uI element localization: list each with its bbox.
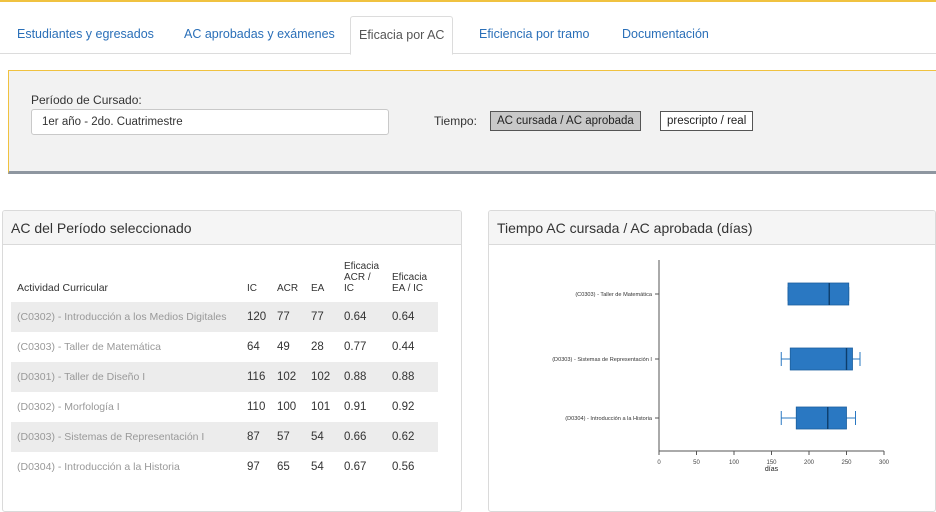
header-actividad[interactable]: Actividad Curricular <box>11 261 243 302</box>
iqr-box <box>787 282 850 306</box>
tiempo-option-cursada-aprobada[interactable]: AC cursada / AC aprobada <box>490 111 641 131</box>
table-header-row: Actividad Curricular IC ACR EA Eficacia … <box>11 261 438 302</box>
table-row[interactable]: (D0302) - Morfología I 110 100 101 0.91 … <box>11 392 438 422</box>
table-row[interactable]: (D0304) - Introducción a la Historia 97 … <box>11 452 438 482</box>
cell-ea: 28 <box>311 341 324 353</box>
cell-ic: 110 <box>247 401 266 413</box>
cell-eficacia-acr-ic: 0.64 <box>340 302 388 332</box>
ac-table: Actividad Curricular IC ACR EA Eficacia … <box>11 261 438 482</box>
tab-eficiencia[interactable]: Eficiencia por tramo <box>471 16 597 54</box>
cell-ic: 120 <box>243 302 273 332</box>
category-label: (D0304) - Introducción a la Historia <box>565 416 653 422</box>
tab-ac-aprobadas[interactable]: AC aprobadas y exámenes <box>176 16 343 54</box>
header-ea[interactable]: EA <box>307 261 340 302</box>
category-label: (C0303) - Taller de Matemática <box>575 292 653 298</box>
table-row[interactable]: (D0303) - Sistemas de Representación I 8… <box>11 422 438 452</box>
tiempo-label: Tiempo: <box>434 114 477 128</box>
tab-documentacion[interactable]: Documentación <box>614 16 717 54</box>
top-accent-line <box>0 0 936 2</box>
x-tick-label: 250 <box>841 460 852 466</box>
cell-eficacia-acr-ic: 0.88 <box>340 362 388 392</box>
cell-eficacia-ea-ic: 0.56 <box>392 461 415 473</box>
cell-actividad: (C0303) - Taller de Matemática <box>17 341 161 353</box>
cell-actividad: (D0303) - Sistemas de Representación I <box>11 422 243 452</box>
table-row[interactable]: (D0301) - Taller de Diseño I 116 102 102… <box>11 362 438 392</box>
boxplot-title: Tiempo AC cursada / AC aprobada (días) <box>489 211 935 245</box>
x-tick-label: 300 <box>879 460 890 466</box>
x-axis-title: días <box>765 466 779 473</box>
cell-ea: 77 <box>307 302 340 332</box>
x-tick-label: 50 <box>693 460 700 466</box>
filter-panel: Período de Cursado: 1er año - 2do. Cuatr… <box>8 70 936 174</box>
cell-actividad: (D0302) - Morfología I <box>17 401 120 413</box>
cell-eficacia-ea-ic: 0.92 <box>392 401 415 413</box>
cell-actividad: (D0304) - Introducción a la Historia <box>17 461 180 473</box>
tab-bar: Estudiantes y egresados AC aprobadas y e… <box>0 16 936 55</box>
cell-ic: 116 <box>243 362 273 392</box>
period-label: Período de Cursado: <box>31 93 142 107</box>
ac-table-card: AC del Período seleccionado Actividad Cu… <box>2 210 462 512</box>
cell-eficacia-ea-ic: 0.44 <box>392 341 415 353</box>
cell-eficacia-acr-ic: 0.66 <box>340 422 388 452</box>
category-label: (D0303) - Sistemas de Representación I <box>552 357 652 363</box>
table-row[interactable]: (C0303) - Taller de Matemática 64 49 28 … <box>11 332 438 362</box>
cell-acr: 102 <box>273 362 307 392</box>
cell-eficacia-ea-ic: 0.88 <box>388 362 438 392</box>
cell-acr: 100 <box>277 401 297 413</box>
table-row[interactable]: (C0302) - Introducción a los Medios Digi… <box>11 302 438 332</box>
cell-actividad: (C0302) - Introducción a los Medios Digi… <box>11 302 243 332</box>
cell-acr: 57 <box>273 422 307 452</box>
tiempo-option-prescripto-real[interactable]: prescripto / real <box>660 111 754 131</box>
cell-ic: 87 <box>243 422 273 452</box>
cell-eficacia-ea-ic: 0.64 <box>388 302 438 332</box>
tab-eficacia[interactable]: Eficacia por AC <box>350 16 454 55</box>
boxplot-chart: 0 50 100 150 200 250 300días(C0303) - Taller d… <box>552 260 890 473</box>
tab-estudiantes[interactable]: Estudiantes y egresados <box>9 16 162 54</box>
cell-eficacia-acr-ic: 0.77 <box>344 341 367 353</box>
header-eficacia-acr-ic[interactable]: Eficacia ACR / IC <box>340 261 388 302</box>
iqr-box <box>795 406 847 430</box>
header-acr[interactable]: ACR <box>273 261 307 302</box>
period-select[interactable]: 1er año - 2do. Cuatrimestre <box>31 109 389 135</box>
cell-ic: 97 <box>247 461 260 473</box>
boxplot-card: Tiempo AC cursada / AC aprobada (días) 0… <box>488 210 936 512</box>
iqr-box <box>789 347 853 371</box>
cell-ea: 54 <box>311 461 324 473</box>
header-ic[interactable]: IC <box>243 261 273 302</box>
cell-eficacia-acr-ic: 0.91 <box>344 401 367 413</box>
cell-ea: 102 <box>307 362 340 392</box>
header-eficacia-ea-ic[interactable]: Eficacia EA / IC <box>388 261 438 302</box>
cell-acr: 77 <box>273 302 307 332</box>
ac-table-title: AC del Período seleccionado <box>3 211 461 245</box>
cell-actividad: (D0301) - Taller de Diseño I <box>11 362 243 392</box>
cell-eficacia-acr-ic: 0.67 <box>344 461 367 473</box>
cell-ic: 64 <box>247 341 260 353</box>
x-tick-label: 0 <box>657 460 661 466</box>
cell-eficacia-ea-ic: 0.62 <box>388 422 438 452</box>
cell-acr: 65 <box>277 461 290 473</box>
x-tick-label: 100 <box>729 460 740 466</box>
x-tick-label: 200 <box>804 460 815 466</box>
cell-ea: 54 <box>307 422 340 452</box>
cell-ea: 101 <box>311 401 331 413</box>
cell-acr: 49 <box>277 341 290 353</box>
